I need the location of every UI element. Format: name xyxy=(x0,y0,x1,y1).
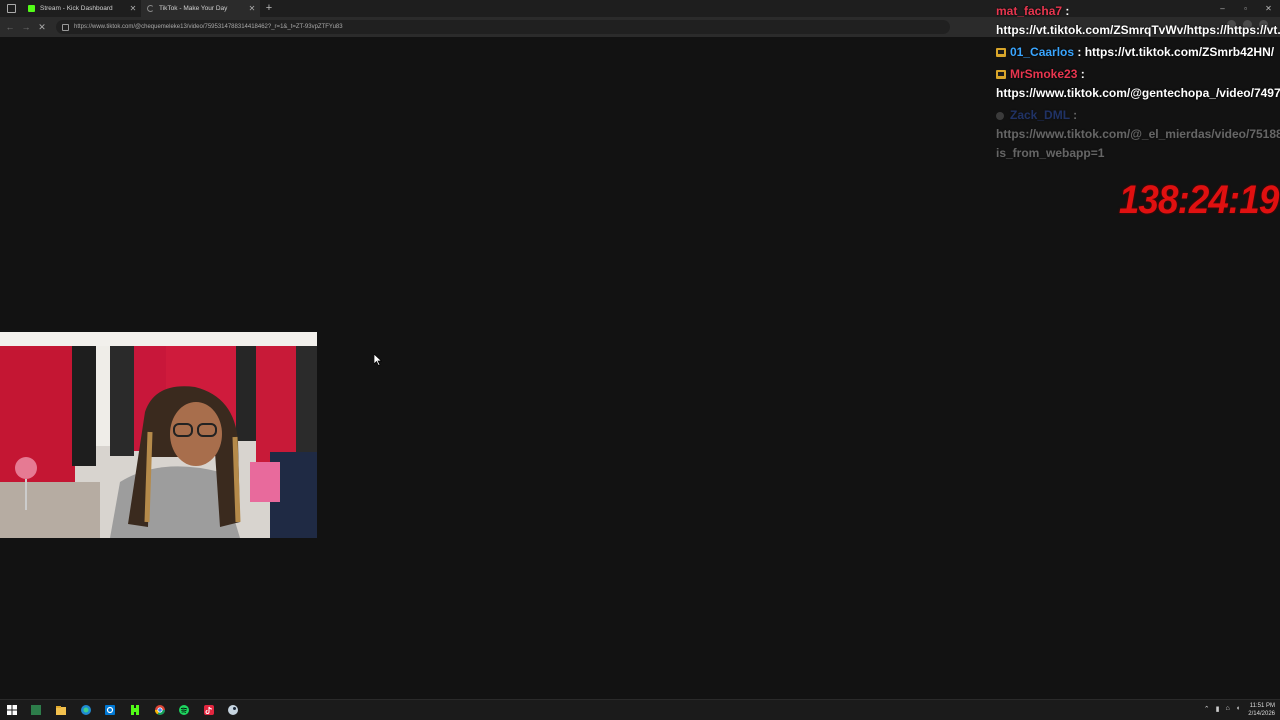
system-tray: ⌃ ▮ ⌂ ◖ xyxy=(1204,705,1240,713)
tab-tiktok[interactable]: TikTok - Make Your Day ✕ xyxy=(141,0,260,17)
tab-actions-menu-icon[interactable] xyxy=(0,0,22,17)
subscriber-badge-icon xyxy=(996,70,1006,79)
chat-message: 01_Caarlos : https://vt.tiktok.com/ZSmrb… xyxy=(996,45,1274,59)
tab-close-icon[interactable]: ✕ xyxy=(129,4,137,13)
subscriber-badge-icon xyxy=(996,48,1006,57)
chrome-icon[interactable] xyxy=(154,704,166,716)
stop-loading-icon[interactable]: ✕ xyxy=(36,22,48,33)
chat-username: mat_facha7 xyxy=(996,4,1063,18)
chat-link-text: is_from_webapp=1 xyxy=(996,146,1105,160)
chat-message: https://www.tiktok.com/@_el_mierdas/vide… xyxy=(996,127,1280,141)
chat-username: Zack_DML xyxy=(1010,108,1070,122)
edge-icon[interactable] xyxy=(80,704,92,716)
tab-close-icon[interactable]: ✕ xyxy=(248,4,256,13)
clock-time: 11:51 PM xyxy=(1249,703,1275,709)
chat-separator: : xyxy=(1062,4,1070,18)
steam-icon[interactable] xyxy=(227,704,239,716)
chat-message: is_from_webapp=1 xyxy=(996,146,1104,160)
chat-overlay: mat_facha7 : https://vt.tiktok.com/ZSmrq… xyxy=(996,0,1280,170)
chat-message: mat_facha7 : xyxy=(996,4,1069,18)
forward-icon[interactable]: → xyxy=(20,22,32,32)
chat-username: MrSmoke23 xyxy=(1010,67,1078,81)
site-info-icon[interactable] xyxy=(62,23,69,31)
back-icon[interactable]: ← xyxy=(4,22,16,32)
outlook-icon[interactable] xyxy=(104,704,116,716)
mouse-cursor-icon xyxy=(374,354,382,366)
chat-message: MrSmoke23 : xyxy=(996,67,1085,81)
chat-message: https://www.tiktok.com/@gentechopa_/vide… xyxy=(996,86,1280,100)
chat-separator: : xyxy=(1077,67,1085,81)
kick-favicon-icon xyxy=(28,5,35,12)
tab-title: TikTok - Make Your Day xyxy=(159,5,228,12)
webcam-feed xyxy=(0,332,317,538)
tab-kick-dashboard[interactable]: Stream - Kick Dashboard ✕ xyxy=(22,0,141,17)
chat-username: 01_Caarlos xyxy=(1010,45,1075,59)
volume-icon[interactable]: ◖ xyxy=(1236,705,1240,713)
tiktok-live-studio-icon[interactable] xyxy=(203,704,215,716)
chat-link-text: https://vt.tiktok.com/ZSmrqTvWv/https://… xyxy=(996,23,1280,37)
terminal-icon[interactable] xyxy=(30,704,42,716)
start-icon[interactable] xyxy=(6,704,18,716)
file-explorer-icon[interactable] xyxy=(55,704,67,716)
clock-date: 2/14/2026 xyxy=(1248,711,1275,717)
taskbar: ⌃ ▮ ⌂ ◖ 11:51 PM 2/14/2026 xyxy=(0,699,1280,720)
spotify-icon[interactable] xyxy=(178,704,190,716)
system-clock[interactable]: 11:51 PM 2/14/2026 xyxy=(1248,702,1275,718)
url-text: https://www.tiktok.com/@chequemeleke13/v… xyxy=(74,24,343,30)
url-field[interactable]: https://www.tiktok.com/@chequemeleke13/v… xyxy=(56,20,950,34)
network-icon[interactable]: ⌂ xyxy=(1226,705,1230,713)
tab-title: Stream - Kick Dashboard xyxy=(40,5,113,12)
chat-separator: : xyxy=(1074,45,1085,59)
user-badge-icon xyxy=(996,112,1004,120)
chat-message: Zack_DML : xyxy=(996,108,1077,122)
new-tab-button[interactable]: + xyxy=(260,0,278,17)
microphone-icon[interactable]: ▮ xyxy=(1216,705,1220,713)
chat-message: https://vt.tiktok.com/ZSmrqTvWv/https://… xyxy=(996,23,1280,37)
kick-icon[interactable] xyxy=(129,704,141,716)
stream-timer: 138:24:19 xyxy=(1118,178,1278,222)
chat-link-text: https://www.tiktok.com/@gentechopa_/vide… xyxy=(996,86,1280,100)
chat-link-text: https://vt.tiktok.com/ZSmrb42HN/ xyxy=(1084,45,1275,59)
chat-link-text: https://www.tiktok.com/@_el_mierdas/vide… xyxy=(996,127,1280,141)
loading-spinner-icon xyxy=(147,5,154,12)
webcam-image xyxy=(0,332,317,538)
chevron-up-icon[interactable]: ⌃ xyxy=(1204,705,1210,713)
chat-separator: : xyxy=(1069,108,1078,122)
